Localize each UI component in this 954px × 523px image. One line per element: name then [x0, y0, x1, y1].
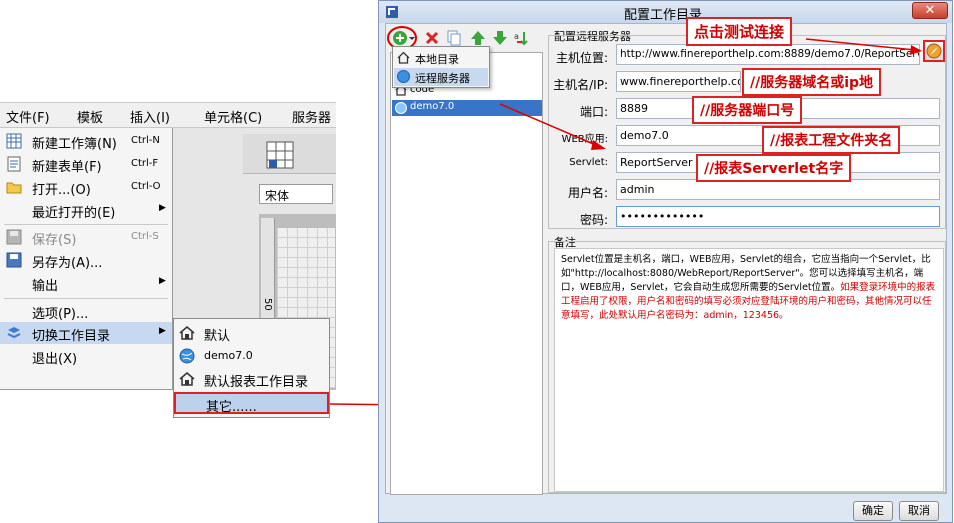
submenu-item-demo[interactable]: demo7.0 — [174, 345, 329, 367]
menu-item-label: 退出(X) — [32, 352, 78, 367]
annotation-servlet-name: //报表Serverlet名字 — [696, 154, 852, 182]
password-label: 密码: — [579, 213, 608, 227]
submenu-arrow-icon: ▶ — [159, 276, 166, 286]
menu-divider — [4, 224, 168, 225]
menu-item-label: 切换工作目录 — [32, 329, 111, 344]
ok-button[interactable]: 确定 — [853, 501, 893, 521]
new-workbook-icon — [6, 133, 22, 149]
globe-icon — [397, 70, 410, 83]
submenu-item-default-report[interactable]: 默认报表工作目录 — [174, 368, 329, 390]
move-up-icon[interactable] — [470, 30, 486, 46]
password-field[interactable]: ••••••••••••• — [616, 206, 940, 227]
menu-item-label: 选项(P)... — [32, 307, 89, 322]
dialog-titlebar: 配置工作目录 ✕ — [379, 1, 952, 23]
shortcut-label: Ctrl-N — [131, 135, 160, 146]
shortcut-label: Ctrl-F — [131, 158, 159, 169]
editor-toolbar — [243, 134, 336, 174]
menu-item-new-workbook[interactable]: 新建工作簿(N) Ctrl-N — [0, 130, 172, 152]
host-position-field[interactable]: http://www.finereporthelp.com:8889/demo7… — [616, 44, 920, 65]
menu-file[interactable]: 文件(F) — [6, 107, 50, 126]
annotation-test-connection: 点击测试连接 — [686, 17, 793, 46]
menu-cell[interactable]: 单元格(C) — [204, 107, 262, 126]
submenu-item-other[interactable]: 其它...... — [174, 392, 329, 415]
test-connection-button[interactable] — [923, 40, 945, 62]
ruler-label: 50 — [262, 298, 273, 311]
annotation-server-domain: //服务器域名或ip地 — [742, 68, 882, 96]
folder-icon — [6, 179, 22, 195]
home-icon — [179, 325, 195, 341]
annotation-project-folder: //报表工程文件夹名 — [762, 126, 901, 154]
compass-icon — [926, 43, 942, 59]
tree-item-demo-selected[interactable]: demo7.0 — [392, 100, 542, 116]
app-logo-icon — [385, 5, 399, 19]
web-app-label: WEB应用: — [561, 134, 608, 145]
menu-template[interactable]: 模板 — [77, 107, 103, 126]
submenu-arrow-icon: ▶ — [159, 203, 166, 213]
home-icon — [397, 51, 410, 64]
globe-icon — [179, 348, 195, 364]
file-menu: 新建工作簿(N) Ctrl-N 新建表单(F) Ctrl-F 打开...(O) … — [0, 128, 173, 390]
delete-icon[interactable] — [424, 30, 440, 46]
shortcut-label: Ctrl-S — [131, 231, 159, 242]
submenu-item-label: 默认报表工作目录 — [204, 375, 309, 390]
menu-item-new-form[interactable]: 新建表单(F) Ctrl-F — [0, 153, 172, 175]
menubar: 文件(F) 模板 插入(I) 单元格(C) 服务器 — [0, 102, 336, 128]
sort-icon[interactable]: a — [514, 30, 530, 46]
table-grid-icon[interactable] — [265, 140, 295, 170]
menu-item-label: 输出 — [32, 279, 59, 294]
globe-icon — [395, 102, 407, 114]
username-field[interactable]: admin — [616, 179, 940, 200]
menu-item-save[interactable]: 保存(S) Ctrl-S — [0, 226, 172, 248]
menu-item-label: 新建工作簿(N) — [32, 137, 117, 152]
menu-divider — [4, 298, 168, 299]
dropdown-item-remote[interactable]: 远程服务器 — [394, 68, 488, 86]
menu-item-label: 新建表单(F) — [32, 160, 102, 175]
add-dropdown-menu: 本地目录 远程服务器 — [392, 46, 490, 88]
menu-server[interactable]: 服务器 — [292, 107, 331, 126]
username-label: 用户名: — [567, 186, 608, 200]
menu-item-switch-directory[interactable]: 切换工作目录 ▶ — [0, 322, 172, 344]
dropdown-item-local[interactable]: 本地目录 — [394, 49, 488, 67]
menu-item-export[interactable]: 输出 ▶ — [0, 272, 172, 294]
home-icon — [179, 371, 195, 387]
new-form-icon — [6, 156, 22, 172]
cancel-button[interactable]: 取消 — [899, 501, 939, 521]
switch-directory-icon — [6, 325, 22, 341]
remarks-textarea[interactable]: Servlet位置是主机名，端口，WEB应用，Servlet的组合，它应当指向一… — [554, 248, 944, 492]
annotation-server-port: //服务器端口号 — [692, 96, 803, 124]
menu-item-label: 另存为(A)... — [32, 256, 103, 271]
submenu-item-label: 其它...... — [206, 400, 257, 415]
save-icon — [6, 229, 22, 245]
port-label: 端口: — [579, 105, 608, 119]
shortcut-label: Ctrl-O — [131, 181, 161, 192]
menu-item-label: 最近打开的(E) — [32, 206, 116, 221]
submenu-arrow-icon: ▶ — [159, 326, 166, 336]
font-select[interactable]: 宋体 — [259, 184, 333, 204]
menu-item-exit[interactable]: 退出(X) — [0, 345, 172, 367]
save-as-icon — [6, 252, 22, 268]
directory-tree: code demo7.0 — [390, 52, 543, 495]
close-button[interactable]: ✕ — [912, 2, 948, 19]
switch-directory-submenu: 默认 demo7.0 默认报表工作目录 其它...... — [173, 318, 330, 418]
menu-insert[interactable]: 插入(I) — [130, 107, 170, 126]
move-down-icon[interactable] — [492, 30, 508, 46]
menu-item-recent[interactable]: 最近打开的(E) ▶ — [0, 199, 172, 221]
host-name-label: 主机名/IP: — [553, 78, 608, 92]
submenu-item-label: demo7.0 — [204, 349, 253, 362]
host-position-label: 主机位置: — [555, 51, 608, 65]
menu-item-label: 打开...(O) — [32, 183, 91, 198]
submenu-item-label: 默认 — [204, 329, 231, 344]
servlet-label: Servlet: — [569, 157, 608, 168]
menu-item-open[interactable]: 打开...(O) Ctrl-O — [0, 176, 172, 198]
dropdown-item-label: 远程服务器 — [415, 72, 470, 85]
copy-icon[interactable] — [446, 30, 462, 46]
menu-item-options[interactable]: 选项(P)... — [0, 300, 172, 322]
menu-item-save-as[interactable]: 另存为(A)... — [0, 249, 172, 271]
menu-item-label: 保存(S) — [32, 233, 77, 248]
submenu-item-default[interactable]: 默认 — [174, 322, 329, 344]
host-name-field[interactable]: www.finereporthelp.com — [616, 71, 741, 92]
svg-text:a: a — [514, 32, 519, 41]
dropdown-item-label: 本地目录 — [415, 53, 459, 66]
tree-item-label: demo7.0 — [410, 101, 455, 112]
